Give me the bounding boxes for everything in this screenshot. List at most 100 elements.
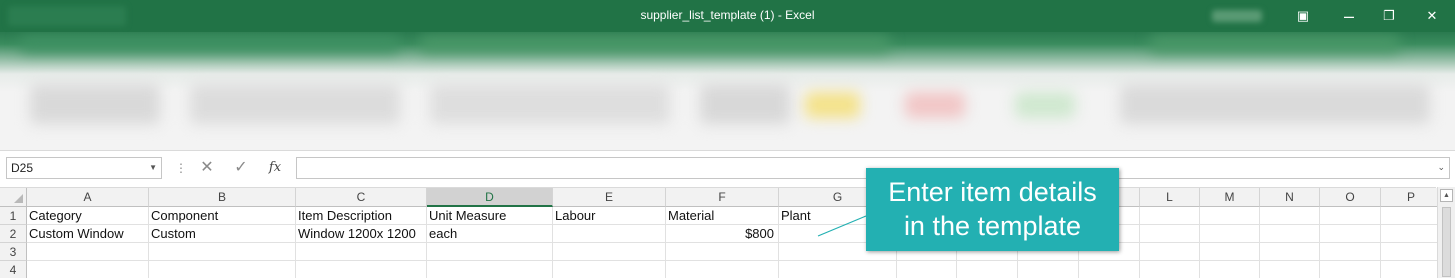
cell-c4[interactable] [296,261,427,278]
cell-e3[interactable] [553,243,666,261]
cell-b4[interactable] [149,261,296,278]
cell-m2[interactable] [1200,225,1260,243]
cell-k4[interactable] [1079,261,1140,278]
cell-l3[interactable] [1140,243,1200,261]
cell-p2[interactable] [1381,225,1442,243]
cell-d1[interactable]: Unit Measure [427,207,553,225]
name-box[interactable]: D25 ▼ [6,157,162,179]
cell-m1[interactable] [1200,207,1260,225]
column-header-f[interactable]: F [666,188,779,207]
ribbon-display-options-button[interactable]: ▣ [1280,0,1326,32]
cell-style-bad[interactable] [905,92,965,118]
account-name[interactable] [1212,10,1262,22]
column-header-o[interactable]: O [1320,188,1381,207]
column-header-b[interactable]: B [149,188,296,207]
cell-b3[interactable] [149,243,296,261]
cell-e1[interactable]: Labour [553,207,666,225]
cell-h4[interactable] [897,261,957,278]
cell-a1[interactable]: Category [27,207,149,225]
callout-line-2: in the template [903,211,1082,241]
more-options-icon: ⋮ [175,161,187,175]
scroll-up-icon[interactable]: ▲ [1440,189,1453,202]
cell-m4[interactable] [1200,261,1260,278]
worksheet-grid[interactable]: ABCDEFGHIJKLMNOP1CategoryComponentItem D… [0,187,1442,278]
close-window-button[interactable]: ✕ [1409,0,1455,32]
alignment-group[interactable] [430,84,670,124]
cell-i4[interactable] [957,261,1018,278]
cell-b2[interactable]: Custom [149,225,296,243]
column-header-p[interactable]: P [1381,188,1442,207]
minimize-icon: – [1343,5,1354,26]
font-group[interactable] [190,84,400,124]
row-header-3[interactable]: 3 [0,243,27,261]
cell-p1[interactable] [1381,207,1442,225]
title-bar: supplier_list_template (1) - Excel ▣ – ❐… [0,0,1455,32]
column-header-m[interactable]: M [1200,188,1260,207]
close-icon: ✕ [1426,8,1438,23]
cell-d4[interactable] [427,261,553,278]
chevron-down-icon[interactable]: ▼ [149,158,157,178]
row-header-4[interactable]: 4 [0,261,27,278]
editing-group[interactable] [1120,84,1430,124]
cell-o2[interactable] [1320,225,1381,243]
cell-a2[interactable]: Custom Window [27,225,149,243]
ribbon[interactable] [0,32,1455,150]
cell-n2[interactable] [1260,225,1320,243]
cell-l1[interactable] [1140,207,1200,225]
column-header-a[interactable]: A [27,188,149,207]
cell-a3[interactable] [27,243,149,261]
scrollbar-thumb[interactable] [1442,207,1451,277]
enter-icon[interactable]: ✓ [230,157,252,179]
cell-style-good[interactable] [1015,92,1075,118]
cell-f3[interactable] [666,243,779,261]
cell-o1[interactable] [1320,207,1381,225]
ribbon-tell-me[interactable] [1150,36,1400,52]
ribbon-tabs-2[interactable] [420,36,890,52]
cell-m3[interactable] [1200,243,1260,261]
select-all-icon [14,194,23,203]
vertical-scrollbar[interactable]: ▲ [1437,187,1455,278]
column-header-e[interactable]: E [553,188,666,207]
cell-p3[interactable] [1381,243,1442,261]
cell-o3[interactable] [1320,243,1381,261]
cell-b1[interactable]: Component [149,207,296,225]
cell-d2[interactable]: each [427,225,553,243]
cell-style-neutral[interactable] [805,92,860,118]
cell-g4[interactable] [779,261,897,278]
cell-j4[interactable] [1018,261,1079,278]
column-header-d[interactable]: D [427,188,553,207]
cell-o4[interactable] [1320,261,1381,278]
cancel-icon[interactable]: ✕ [196,157,218,179]
cell-f4[interactable] [666,261,779,278]
cell-e2[interactable] [553,225,666,243]
select-all-button[interactable] [0,188,27,207]
instruction-callout: Enter item details in the template [866,168,1119,251]
column-header-c[interactable]: C [296,188,427,207]
cell-f2[interactable]: $800 [666,225,779,243]
cell-c3[interactable] [296,243,427,261]
cell-l4[interactable] [1140,261,1200,278]
cell-c2[interactable]: Window 1200x 1200 [296,225,427,243]
cell-n3[interactable] [1260,243,1320,261]
cell-e4[interactable] [553,261,666,278]
row-header-1[interactable]: 1 [0,207,27,225]
cell-n1[interactable] [1260,207,1320,225]
cell-d3[interactable] [427,243,553,261]
restore-button[interactable]: ❐ [1366,0,1412,32]
cell-a4[interactable] [27,261,149,278]
expand-formula-bar-icon[interactable]: ⌄ [1437,162,1445,173]
cell-f1[interactable]: Material [666,207,779,225]
cell-p4[interactable] [1381,261,1442,278]
row-header-2[interactable]: 2 [0,225,27,243]
number-group[interactable] [700,84,790,124]
column-header-n[interactable]: N [1260,188,1320,207]
cell-l2[interactable] [1140,225,1200,243]
insert-function-icon[interactable]: fx [264,157,286,179]
ribbon-tabs[interactable] [20,36,400,52]
callout-line-1: Enter item details [888,177,1097,207]
ribbon-display-icon: ▣ [1296,8,1310,23]
cell-n4[interactable] [1260,261,1320,278]
clipboard-group[interactable] [30,84,160,124]
column-header-l[interactable]: L [1140,188,1200,207]
cell-c1[interactable]: Item Description [296,207,427,225]
